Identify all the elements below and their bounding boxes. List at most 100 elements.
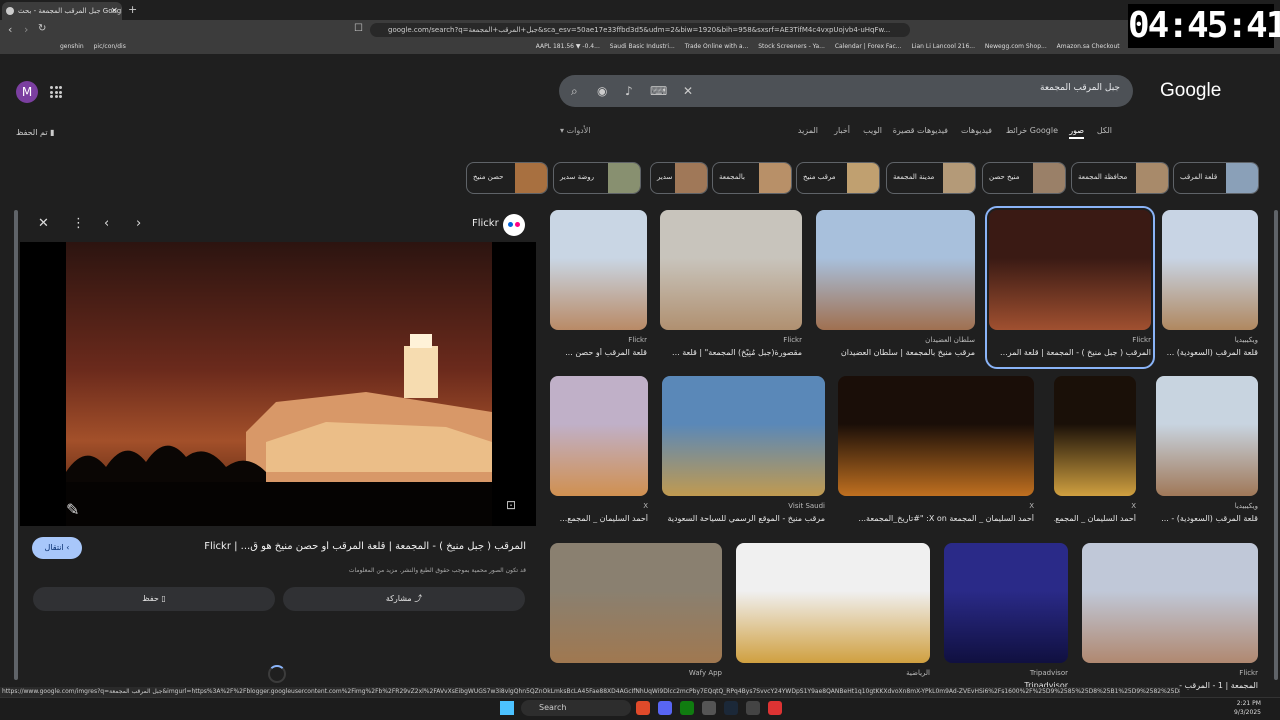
- chip-8[interactable]: حصن منيخ: [466, 162, 548, 194]
- tab-maps[interactable]: خرائط Google: [1006, 126, 1058, 135]
- bookmark-pic[interactable]: pic/con/dis: [94, 43, 126, 50]
- bookmark-calendar[interactable]: Calendar | Forex Fac...: [835, 43, 902, 50]
- save-button[interactable]: حفظ ▯: [33, 587, 275, 611]
- keyboard-icon[interactable]: ⌨: [650, 84, 667, 98]
- lens-icon[interactable]: ◉: [597, 84, 607, 98]
- taskbar-time: 2:21 PM: [1236, 700, 1261, 707]
- chip-2[interactable]: منيخ حصن: [982, 162, 1066, 194]
- preview-image[interactable]: [66, 242, 492, 526]
- image-result[interactable]: Flickr المجمعة | 1 - المرقب - ...: [1082, 543, 1258, 690]
- bookmark-newegg[interactable]: Newegg.com Shop...: [985, 43, 1047, 50]
- chip-1[interactable]: محافظة المجمعة: [1071, 162, 1169, 194]
- bookmark-trade[interactable]: Trade Online with a...: [685, 43, 749, 50]
- result-thumbnail: [662, 376, 825, 496]
- steam-icon[interactable]: [724, 701, 738, 715]
- result-thumbnail: [1156, 376, 1258, 496]
- microphone-icon[interactable]: ♪: [625, 84, 633, 98]
- next-icon[interactable]: ›: [136, 216, 141, 231]
- bookmarks-bar: genshin pic/con/dis AAPL 181.56 ▼ -0.4..…: [0, 40, 1280, 54]
- bookmark-lianli[interactable]: Lian Li Lancool 216...: [911, 43, 975, 50]
- brave-icon[interactable]: [636, 701, 650, 715]
- result-source: ويكيبيديا: [1234, 502, 1258, 510]
- image-result[interactable]: X أحمد السليمان _ المجمع...: [1054, 376, 1136, 531]
- results-scrollbar[interactable]: [1274, 210, 1278, 680]
- reload-icon[interactable]: ↻: [38, 23, 46, 34]
- chip-0[interactable]: قلعة المرقب: [1173, 162, 1259, 194]
- image-result[interactable]: الرياضية: [736, 543, 930, 680]
- tab-web[interactable]: الويب: [863, 126, 882, 135]
- chip-label: محافظة المجمعة: [1078, 173, 1128, 181]
- saved-label: تم الحفظ: [16, 128, 48, 137]
- chip-5[interactable]: بالمجمعة: [712, 162, 792, 194]
- search-icon[interactable]: ⌕: [571, 84, 578, 99]
- apps-grid-icon[interactable]: [50, 86, 62, 98]
- app-icon[interactable]: [702, 701, 716, 715]
- omnibox[interactable]: google.com/search?q=جبل+المرقب+المجمعة&s…: [370, 23, 910, 37]
- chip-thumbnail: [515, 163, 547, 193]
- image-result[interactable]: X أحمد السليمان _ المجمعة X on: "#تاريخ_ا…: [838, 376, 1034, 531]
- tools-button[interactable]: ▾ الأدوات: [560, 126, 591, 135]
- result-thumbnail: [550, 210, 647, 330]
- image-result[interactable]: Flickr مقصورة(جبل مُنِيْخ) المجمعة" | قلع…: [660, 210, 802, 365]
- tab-short-videos[interactable]: فيديوهات قصيرة: [893, 126, 948, 135]
- tab-news[interactable]: أخبار: [834, 126, 850, 135]
- close-preview-icon[interactable]: ✕: [38, 216, 49, 231]
- share-button[interactable]: مشاركة ⤴: [283, 587, 525, 611]
- result-thumbnail: [838, 376, 1034, 496]
- more-options-icon[interactable]: ⋮: [72, 216, 85, 231]
- image-result[interactable]: Tripadvisor Tripadvisor: [944, 543, 1068, 690]
- bookmark-aapl[interactable]: AAPL 181.56 ▼ -0.4...: [536, 43, 600, 50]
- chip-7[interactable]: روضة سدير: [553, 162, 641, 194]
- image-result[interactable]: X أحمد السليمان _ المجمع...: [550, 376, 648, 531]
- bookmark-amazon[interactable]: Amazon.sa Checkout: [1057, 43, 1120, 50]
- chrome-icon[interactable]: [768, 701, 782, 715]
- tab-all[interactable]: الكل: [1097, 126, 1112, 135]
- result-source: Flickr: [1239, 669, 1258, 677]
- clear-icon[interactable]: ✕: [683, 84, 693, 98]
- image-result[interactable]: Flickr المرقب ( جبل منيخ ) - المجمعة | قل…: [985, 206, 1155, 369]
- tab-more[interactable]: المزيد: [798, 126, 818, 135]
- bookmark-star-icon[interactable]: ☐: [354, 23, 363, 34]
- taskbar-clock[interactable]: 2:21 PM 9/3/2025: [1234, 699, 1261, 717]
- panel-scrollbar[interactable]: [14, 210, 18, 680]
- xbox-icon[interactable]: [680, 701, 694, 715]
- close-tab-icon[interactable]: ×: [110, 2, 118, 20]
- forward-icon[interactable]: ›: [24, 23, 28, 36]
- taskbar-search-label: Search: [539, 703, 567, 712]
- image-result[interactable]: Flickr قلعة المرقب أو حصن ...: [550, 210, 647, 365]
- visual-search-icon[interactable]: ⊡: [506, 498, 516, 512]
- image-result[interactable]: ويكيبيديا قلعة المرقب (السعودية) - ...: [1156, 376, 1258, 531]
- image-result[interactable]: سلطان العضيدان مرقب منيخ بالمجمعة | سلطان…: [816, 210, 975, 365]
- result-source: X: [1131, 502, 1136, 510]
- chip-thumbnail: [847, 163, 879, 193]
- new-tab-icon[interactable]: +: [128, 3, 137, 16]
- chip-4[interactable]: مرقب منيخ: [796, 162, 880, 194]
- image-result[interactable]: ويكيبيديا قلعة المرقب (السعودية) ...: [1162, 210, 1258, 365]
- terminal-icon[interactable]: [746, 701, 760, 715]
- result-source: Visit Saudi: [788, 502, 825, 510]
- saved-link[interactable]: تم الحفظ ▮: [16, 128, 55, 137]
- search-input[interactable]: جبل المرقب المجمعة: [1000, 83, 1120, 93]
- browser-tab[interactable]: جبل المرقب المجمعة - بحث Google ×: [2, 2, 122, 20]
- previous-icon[interactable]: ‹: [104, 216, 109, 231]
- tab-images[interactable]: صور: [1069, 126, 1084, 139]
- preview-source[interactable]: Flickr: [472, 218, 499, 229]
- bookmark-screeners[interactable]: Stock Screeners - Ya...: [758, 43, 825, 50]
- preview-title[interactable]: المرقب ( جبل منيخ ) - المجمعة | قلعة الم…: [40, 541, 526, 552]
- windows-start-icon[interactable]: [500, 701, 514, 715]
- save-label: حفظ: [142, 594, 159, 603]
- chip-6[interactable]: سدير: [650, 162, 708, 194]
- avatar[interactable]: M: [16, 81, 38, 103]
- tab-videos[interactable]: فيديوهات: [961, 126, 992, 135]
- bookmark-sabic[interactable]: Saudi Basic Industri...: [610, 43, 675, 50]
- visit-button[interactable]: انتقال ‹: [32, 537, 82, 559]
- image-result[interactable]: Wafy App: [550, 543, 722, 680]
- bookmark-genshin[interactable]: genshin: [60, 43, 84, 50]
- image-result[interactable]: Visit Saudi مرقب منيخ - الموقع الرسمي للس…: [662, 376, 825, 531]
- discord-icon[interactable]: [658, 701, 672, 715]
- chip-3[interactable]: مدينة المجمعة: [886, 162, 976, 194]
- chip-thumbnail: [675, 163, 707, 193]
- google-logo[interactable]: Google: [1160, 80, 1221, 102]
- back-icon[interactable]: ‹: [8, 23, 12, 36]
- taskbar-search[interactable]: Search: [521, 700, 631, 716]
